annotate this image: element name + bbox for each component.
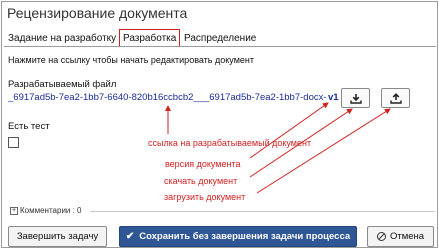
has-test-checkbox[interactable]: [8, 137, 19, 148]
cancel-button[interactable]: Отмена: [367, 226, 434, 247]
check-icon: ✔: [125, 231, 135, 242]
cancel-icon: [376, 232, 386, 241]
comments-label: Комментарии : 0: [20, 206, 82, 215]
tab-divider: [4, 46, 436, 47]
tab-task[interactable]: Задание на разработку: [8, 33, 116, 44]
finish-task-label: Завершить задачу: [16, 231, 99, 242]
document-version: v1: [328, 92, 339, 103]
has-test-label: Есть тест: [8, 121, 50, 132]
comments-divider: [90, 211, 435, 212]
cancel-label: Отмена: [389, 231, 425, 242]
save-label: Сохранить без завершения задачи процесса: [139, 231, 351, 242]
edit-hint: Нажмите на ссылку чтобы начать редактиро…: [8, 55, 254, 65]
upload-button[interactable]: [381, 88, 410, 108]
expand-icon: +: [10, 206, 18, 215]
dialog-title: Рецензирование документа: [7, 5, 188, 21]
comments-toggle[interactable]: + Комментарии : 0: [10, 206, 82, 215]
download-icon: [349, 93, 362, 104]
document-link[interactable]: _6917ad5b-7ea2-1bb7-6640-820b16ccbcb2___…: [8, 92, 327, 103]
file-label: Разрабатываемый файл: [8, 79, 117, 90]
annotation-upload: загрузить документ: [164, 192, 246, 202]
annotation-version: версия документа: [165, 159, 241, 169]
dialog-window: Рецензирование документа Задание на разр…: [1, 1, 438, 248]
annotation-link: ссылка на разрабатываемый документ: [148, 138, 312, 148]
download-button[interactable]: [341, 88, 370, 108]
upload-icon: [389, 92, 402, 104]
finish-task-button[interactable]: Завершить задачу: [8, 226, 107, 247]
tab-distribution[interactable]: Распределение: [184, 33, 256, 44]
save-button[interactable]: ✔ Сохранить без завершения задачи процес…: [119, 226, 357, 247]
annotation-download: скачать документ: [164, 176, 238, 186]
tab-development[interactable]: Разработка: [119, 29, 181, 47]
